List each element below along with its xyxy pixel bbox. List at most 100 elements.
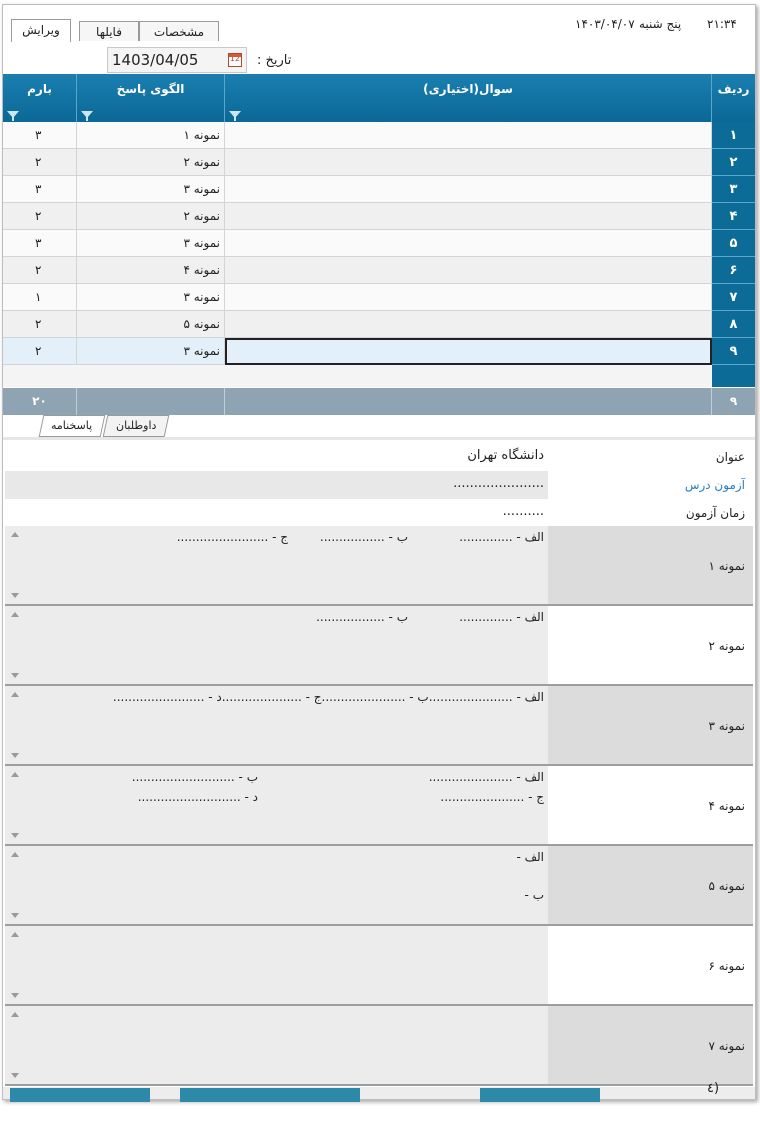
score-cell[interactable]: ۲: [3, 311, 77, 338]
scroll-down-icon[interactable]: [11, 993, 19, 998]
score-cell[interactable]: ۳: [3, 176, 77, 203]
question-cell[interactable]: [225, 338, 712, 365]
row-number: ۵: [712, 230, 755, 257]
tab-specs[interactable]: مشخصات: [139, 21, 219, 41]
table-row[interactable]: ۳ نمونه ۳ ۵: [3, 230, 755, 257]
field-value[interactable]: الف - ......................ب - ........…: [5, 686, 548, 764]
question-cell[interactable]: [225, 284, 712, 311]
row-number-blank: [712, 365, 755, 387]
scroll-up-icon[interactable]: [11, 772, 19, 777]
table-row[interactable]: ۲ نمونه ۴ ۶: [3, 257, 755, 284]
score-cell[interactable]: ۲: [3, 257, 77, 284]
question-cell[interactable]: [225, 203, 712, 230]
field-value[interactable]: دانشگاه تهران: [5, 443, 548, 471]
title-row: دانشگاه تهران عنوان: [5, 443, 753, 471]
scroll-up-icon[interactable]: [11, 692, 19, 697]
table-row[interactable]: ۳ نمونه ۳۳: [3, 176, 755, 203]
field-value[interactable]: الف - ......................ب - ........…: [5, 766, 548, 844]
field-label: نمونه ۲: [548, 606, 753, 684]
column-header-label: بارم: [27, 82, 52, 96]
calendar-icon[interactable]: 12: [228, 53, 242, 67]
column-header-label: الگوی پاسخ: [116, 82, 185, 96]
pattern-cell[interactable]: نمونه ۴: [77, 257, 225, 284]
column-header-question[interactable]: سوال(اختیاری): [225, 74, 712, 122]
title-value: دانشگاه تهران: [467, 448, 544, 463]
sample-row: الف - ......................ب - ........…: [5, 686, 753, 766]
score-cell[interactable]: ۲: [3, 149, 77, 176]
row-number: ۶: [712, 257, 755, 284]
pattern-cell[interactable]: نمونه ۱: [77, 122, 225, 149]
field-value[interactable]: [5, 926, 548, 1004]
field-value[interactable]: [5, 1006, 548, 1084]
tab-label: داوطلبان: [115, 419, 157, 432]
pattern-cell[interactable]: نمونه ۳: [77, 176, 225, 203]
row-number: ۳: [712, 176, 755, 203]
score-cell[interactable]: ۳: [3, 122, 77, 149]
pattern-cell[interactable]: نمونه ۵: [77, 311, 225, 338]
scroll-up-icon[interactable]: [11, 1012, 19, 1017]
scroll-up-icon[interactable]: [11, 612, 19, 617]
score-cell[interactable]: ۲: [3, 203, 77, 230]
question-cell[interactable]: [225, 176, 712, 203]
course-row: ...................... آزمون درس: [5, 471, 753, 499]
column-header-score[interactable]: بارم: [3, 74, 77, 122]
table-row[interactable]: ۳ نمونه ۱ ۱: [3, 122, 755, 149]
field-value[interactable]: الف - .............. ب - ................…: [5, 606, 548, 684]
score-cell[interactable]: ۱: [3, 284, 77, 311]
filter-icon[interactable]: [81, 111, 93, 121]
field-label: نمونه ۶: [548, 926, 753, 1004]
sample-line: ب - ...........................: [131, 770, 258, 784]
field-value[interactable]: الف - ب -: [5, 846, 548, 924]
scroll-up-icon[interactable]: [11, 932, 19, 937]
field-value[interactable]: ..........: [5, 499, 548, 527]
field-label: نمونه ۷: [548, 1006, 753, 1084]
question-cell[interactable]: [225, 149, 712, 176]
app-window: ویرایش فایلها مشخصات ۱۴۰۳/۰۴/۰۷ پنج شنبه…: [2, 4, 756, 1100]
table-row[interactable]: ۱ نمونه ۳ ۷: [3, 284, 755, 311]
date-value: 1403/04/05: [112, 51, 199, 69]
scroll-down-icon[interactable]: [11, 593, 19, 598]
field-value[interactable]: الف - .............. ب - ................…: [5, 526, 548, 604]
pattern-cell[interactable]: نمونه ۲: [77, 149, 225, 176]
score-cell[interactable]: ۲: [3, 338, 77, 365]
pattern-cell[interactable]: نمونه ۲: [77, 203, 225, 230]
tab-answer-sheet[interactable]: پاسخنامه: [38, 415, 106, 437]
column-header-row[interactable]: ردیف: [712, 74, 755, 122]
field-label: نمونه ۳: [548, 686, 753, 764]
field-value[interactable]: ......................: [5, 471, 548, 499]
table-row[interactable]: ۲ نمونه ۵ ۸: [3, 311, 755, 338]
question-cell[interactable]: [225, 230, 712, 257]
row-number: ۷: [712, 284, 755, 311]
scroll-down-icon[interactable]: [11, 833, 19, 838]
scroll-up-icon[interactable]: [11, 852, 19, 857]
question-cell[interactable]: [225, 122, 712, 149]
filter-icon[interactable]: [229, 111, 241, 121]
scroll-down-icon[interactable]: [11, 673, 19, 678]
question-cell[interactable]: [225, 257, 712, 284]
tab-files[interactable]: فایلها: [79, 21, 139, 41]
date-label: تاریخ :: [257, 53, 292, 68]
pattern-cell[interactable]: نمونه ۳: [77, 284, 225, 311]
sample-line: د - ...........................: [137, 790, 258, 804]
table-row[interactable]: ۲ نمونه ۳ ۹: [3, 338, 755, 365]
tab-label: پاسخنامه: [51, 419, 93, 432]
score-cell[interactable]: ۳: [3, 230, 77, 257]
scroll-down-icon[interactable]: [11, 753, 19, 758]
tab-edit[interactable]: ویرایش: [11, 19, 71, 42]
column-header-pattern[interactable]: الگوی پاسخ: [77, 74, 225, 122]
scroll-up-icon[interactable]: [11, 532, 19, 537]
table-row[interactable]: ۲ نمونه ۲ ۴: [3, 203, 755, 230]
date-field[interactable]: 1403/04/05 12: [107, 47, 247, 73]
pattern-cell[interactable]: نمونه ۳: [77, 230, 225, 257]
pattern-cell[interactable]: نمونه ۳: [77, 338, 225, 365]
tab-candidates[interactable]: داوطلبان: [102, 415, 170, 437]
time-display: ۲۱:۳۴: [707, 17, 737, 31]
scroll-down-icon[interactable]: [11, 1073, 19, 1078]
sample-row: نمونه ۶: [5, 926, 753, 1006]
question-cell[interactable]: [225, 311, 712, 338]
field-label: نمونه ۵: [548, 846, 753, 924]
filter-icon[interactable]: [7, 111, 19, 121]
time-value: ..........: [502, 504, 544, 519]
scroll-down-icon[interactable]: [11, 913, 19, 918]
table-row[interactable]: ۲ نمونه ۲۲: [3, 149, 755, 176]
